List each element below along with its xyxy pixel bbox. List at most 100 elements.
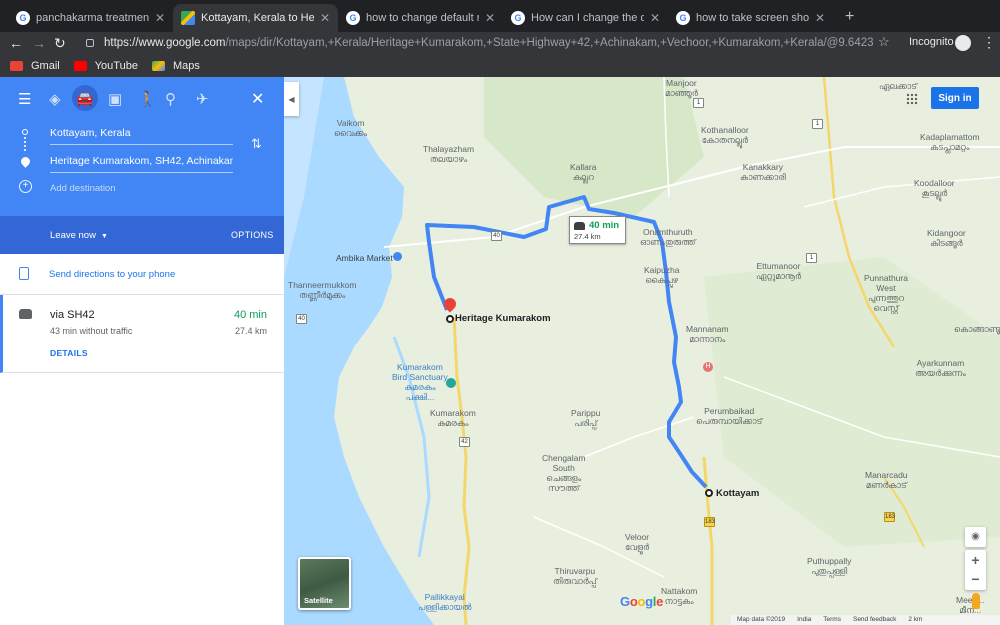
close-tab-icon[interactable]: ✕ (485, 11, 495, 25)
menu-kebab-icon[interactable]: ⋮ (982, 34, 996, 51)
place-label: Kumarakom Bird Sanctuary കുമരകം പക്ഷി... (392, 362, 448, 402)
place-label: Thanneermukkom തണ്ണീർമുക്കം (288, 280, 357, 300)
place-label: Thiruvarpu തിരുവാർപ്പ് (553, 566, 597, 586)
zoom-out-button[interactable]: − (965, 570, 986, 590)
tab-5[interactable]: G how to take screen shot on ma ✕ (668, 4, 833, 32)
place-name: Kumarakom (430, 408, 476, 418)
bookmark-youtube[interactable]: YouTube (73, 60, 138, 72)
satellite-label: Satellite (304, 596, 333, 605)
close-tab-icon[interactable]: ✕ (650, 11, 660, 25)
reload-icon[interactable]: ↻ (54, 34, 66, 52)
place-name: Kothanalloor (701, 125, 749, 135)
place-label: Kottayam (716, 489, 759, 499)
bookmark-maps[interactable]: Maps (151, 60, 200, 72)
car-icon (574, 222, 585, 230)
satellite-toggle[interactable]: Satellite (298, 557, 351, 610)
place-label: Heritage Kumarakom (455, 314, 551, 324)
collapse-panel-button[interactable]: ◀ (284, 82, 299, 116)
place-name-ml: വേളൂർ (625, 542, 650, 552)
new-tab-icon[interactable]: + (845, 8, 854, 26)
send-to-phone-row[interactable]: Send directions to your phone (0, 254, 284, 295)
place-label: Kallara കല്ലറ (570, 162, 596, 182)
destination-input[interactable]: Heritage Kumarakom, SH42, Achinakam (50, 153, 233, 173)
place-name-ml: പെരുമ്പായിക്കാട് (696, 416, 763, 426)
my-location-icon[interactable]: ◉ (965, 527, 986, 547)
menu-icon[interactable]: ☰ (18, 90, 31, 108)
scale-label[interactable]: 2 km (908, 615, 922, 625)
hospital-icon[interactable]: H (703, 362, 713, 372)
tab-3[interactable]: G how to change default rout in g ✕ (338, 4, 503, 32)
forward-arrow-icon[interactable]: → (32, 34, 46, 52)
route-time: 40 min (233, 309, 267, 321)
place-label: Mannanam മാന്നാനം (686, 324, 729, 344)
send-to-phone-link[interactable]: Send directions to your phone (49, 269, 175, 280)
best-route-icon[interactable]: ◈ (49, 90, 61, 108)
place-label: Puthuppally പുതുപ്പള്ളി (807, 556, 851, 576)
back-arrow-icon[interactable]: ← (9, 34, 23, 52)
details-link[interactable]: DETAILS (50, 348, 88, 358)
bookmark-label: Gmail (31, 59, 60, 72)
bird-sanctuary-icon[interactable] (446, 378, 456, 388)
address-bar[interactable]: https://www.google.com/maps/dir/Kottayam… (76, 33, 896, 53)
highway-shield: 1 (812, 119, 823, 129)
place-label: Kothanalloor കോതനല്ലൂർ (701, 125, 749, 145)
youtube-icon (73, 60, 87, 71)
place-name: Perumbaikad (704, 406, 755, 416)
map-canvas[interactable]: ◀ Vaikom വൈക്കം Thalayazham തലയാഴം Kallara… (284, 77, 1000, 625)
place-label: Kanakkary കാണക്കാരി (740, 162, 786, 182)
leave-now-dropdown[interactable]: Leave now ▼ (50, 230, 108, 241)
transit-icon[interactable]: ▣ (108, 90, 122, 108)
place-name-ml: കൂടല്ലൂർ (921, 188, 948, 198)
place-name: Thalayazham (423, 144, 475, 154)
close-tab-icon[interactable]: ✕ (320, 11, 330, 25)
zoom-in-button[interactable]: + (965, 550, 986, 570)
origin-input[interactable]: Kottayam, Kerala (50, 125, 233, 145)
place-name-ml: പുന്നത്തുറ വെസ്റ്റ് (867, 293, 904, 313)
place-name: Koodalloor (914, 178, 955, 188)
add-icon[interactable]: + (19, 180, 32, 193)
driving-icon[interactable]: 🚘 (72, 85, 98, 111)
highway-shield: 1 (806, 253, 817, 263)
route-callout[interactable]: 40 min 27.4 km (569, 216, 626, 244)
bookmarks-bar: Gmail YouTube Maps (0, 54, 1000, 77)
google-icon: G (676, 11, 690, 25)
place-name: Mannanam (686, 324, 729, 334)
apps-grid-icon[interactable] (906, 93, 918, 105)
add-destination-field[interactable]: Add destination (50, 183, 116, 194)
flight-icon[interactable]: ✈ (196, 90, 209, 108)
place-name-ml: പുതുപ്പള്ളി (811, 566, 848, 576)
callout-distance: 27.4 km (574, 232, 601, 241)
place-name: Chengalam South (542, 453, 586, 473)
cycling-icon[interactable]: ⚲ (165, 90, 176, 108)
pegman-icon[interactable] (972, 593, 980, 609)
origin-dot-icon[interactable] (705, 489, 713, 497)
tab-4[interactable]: G How can I change the default r ✕ (503, 4, 668, 32)
place-name-ml: തണ്ണീർമുക്കം (299, 290, 346, 300)
route-option[interactable]: via SH42 43 min without traffic 40 min 2… (0, 295, 284, 373)
send-feedback-link[interactable]: Send feedback (853, 615, 896, 625)
options-button[interactable]: OPTIONS (231, 230, 274, 240)
incognito-icon[interactable] (955, 35, 971, 51)
close-icon[interactable]: ✕ (251, 89, 264, 109)
bookmark-star-icon[interactable]: ☆ (878, 34, 890, 50)
bookmark-gmail[interactable]: Gmail (10, 60, 60, 72)
terms-link[interactable]: Terms (823, 615, 841, 625)
close-tab-icon[interactable]: ✕ (155, 11, 165, 25)
highway-shield: 183 (884, 512, 896, 522)
market-icon[interactable] (393, 252, 402, 261)
tab-1[interactable]: G panchakarma treatment in kerala ✕ (8, 4, 173, 32)
region-link[interactable]: India (797, 615, 811, 625)
leave-now-label: Leave now (50, 230, 96, 241)
route-no-traffic: 43 min without traffic (50, 326, 133, 336)
swap-icon[interactable]: ⇅ (251, 136, 262, 152)
place-name: Meen... (956, 595, 985, 605)
tab-title: how to change default rout in g (366, 12, 479, 24)
sign-in-button[interactable]: Sign in (931, 87, 979, 109)
close-tab-icon[interactable]: ✕ (815, 11, 825, 25)
tab-title: Kottayam, Kerala to Heritage K (201, 12, 314, 24)
walking-icon[interactable]: 🚶 (138, 90, 157, 108)
tab-2[interactable]: Kottayam, Kerala to Heritage K ✕ (173, 4, 338, 32)
destination-dot-icon (446, 315, 454, 323)
place-label: Onamthuruth ഓണംതുരുത്ത് (640, 227, 696, 247)
place-name-ml: വൈക്കം (334, 128, 368, 138)
